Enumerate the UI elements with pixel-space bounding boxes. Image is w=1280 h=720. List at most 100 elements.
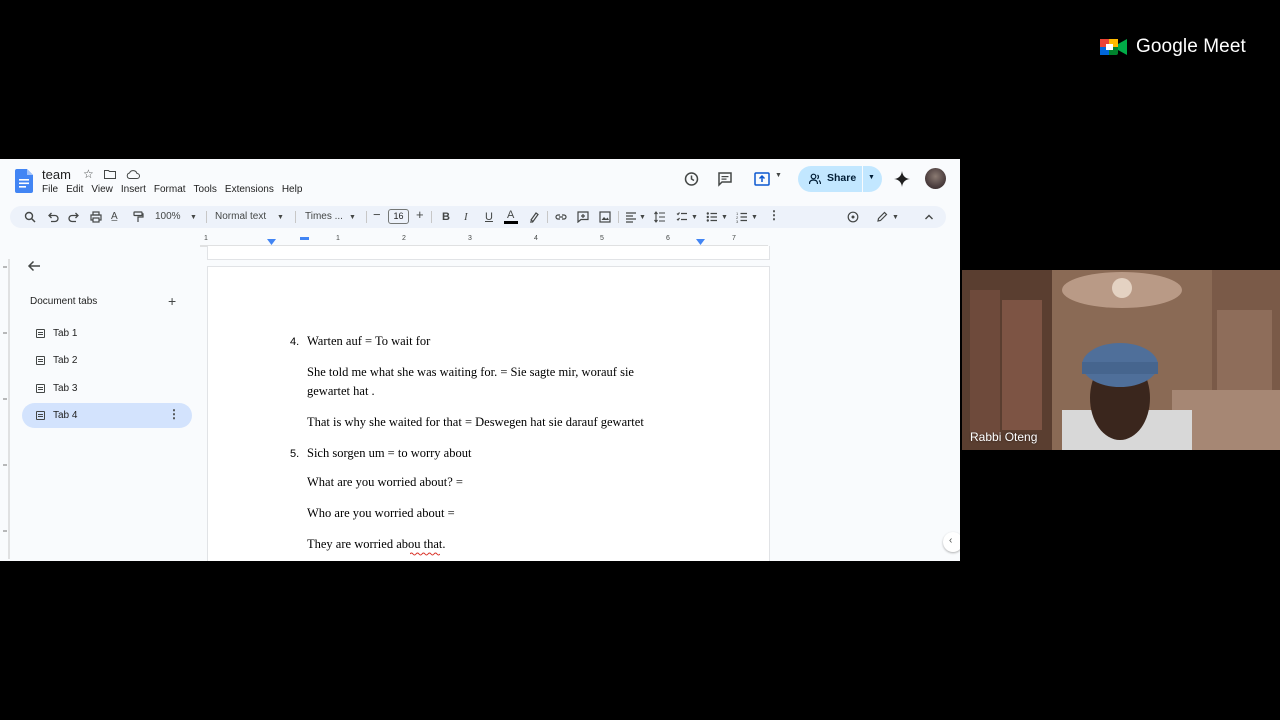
meet-camera-icon <box>1100 39 1127 55</box>
editing-mode-icon[interactable] <box>876 211 888 223</box>
menu-edit[interactable]: Edit <box>66 184 83 195</box>
search-menus-icon[interactable] <box>24 211 36 223</box>
document-tabs-heading: Document tabs <box>30 296 98 307</box>
spelling-error-underline <box>410 552 440 556</box>
back-arrow-icon[interactable] <box>27 260 41 272</box>
share-button[interactable]: Share ▼ <box>798 166 882 192</box>
tab-4[interactable]: Tab 4 ⋮ <box>22 403 192 428</box>
menu-view[interactable]: View <box>91 184 113 195</box>
ruler-label: 1 <box>204 235 208 242</box>
menu-help[interactable]: Help <box>282 184 303 195</box>
font-size-input[interactable]: 16 <box>388 209 409 224</box>
left-indent-marker-icon[interactable] <box>267 239 276 245</box>
comments-icon[interactable] <box>717 171 733 187</box>
star-icon[interactable]: ☆ <box>83 167 94 181</box>
hide-menus-icon[interactable] <box>923 211 935 223</box>
tab-document-icon <box>36 356 45 365</box>
print-icon[interactable] <box>90 211 102 223</box>
menu-insert[interactable]: Insert <box>121 184 146 195</box>
collapse-panel-button[interactable]: ‹ <box>943 532 960 552</box>
account-avatar[interactable] <box>925 168 946 189</box>
insert-link-icon[interactable] <box>555 211 567 223</box>
increase-font-size-button[interactable]: + <box>416 208 424 222</box>
tab-label: Tab 4 <box>53 410 78 421</box>
body-line: Warten auf = To wait for <box>307 334 431 348</box>
docs-logo-icon[interactable] <box>15 169 33 193</box>
tab-2[interactable]: Tab 2 <box>22 348 192 373</box>
participant-name-label: Rabbi Oteng <box>970 430 1038 444</box>
right-indent-marker-icon[interactable] <box>696 239 705 245</box>
ruler-label: 6 <box>666 235 670 242</box>
checklist-icon[interactable] <box>676 211 688 223</box>
zoom-select[interactable]: 100% <box>155 210 181 224</box>
bold-button[interactable]: B <box>442 210 450 224</box>
decrease-font-size-button[interactable]: − <box>373 208 381 222</box>
undo-icon[interactable] <box>47 211 59 223</box>
more-options-icon[interactable]: ⋮ <box>768 208 780 222</box>
spellcheck-icon[interactable]: A̲ <box>111 210 118 224</box>
italic-button[interactable]: I <box>464 210 468 224</box>
participant-video-frame <box>962 270 1280 450</box>
docs-titlebar: team ☆ File Edit View Insert Format Tool… <box>0 159 960 199</box>
editing-mode-dropdown-icon[interactable]: ▼ <box>892 211 899 225</box>
document-page[interactable]: 4. Warten auf = To wait for She told me … <box>207 266 770 561</box>
first-line-indent-marker[interactable] <box>300 237 309 240</box>
tab-document-icon <box>36 329 45 338</box>
paragraph-style-select[interactable]: Normal text <box>215 210 266 224</box>
ruler-label: 4 <box>534 235 538 242</box>
cloud-saved-icon[interactable] <box>126 169 140 179</box>
font-dropdown-icon[interactable]: ▼ <box>349 211 356 225</box>
tab-document-icon <box>36 411 45 420</box>
move-folder-icon[interactable] <box>104 169 116 179</box>
checklist-dropdown-icon[interactable]: ▼ <box>691 211 698 225</box>
add-tab-icon[interactable]: + <box>168 293 176 309</box>
menu-file[interactable]: File <box>42 184 58 195</box>
insert-comment-icon[interactable] <box>577 211 589 223</box>
underline-button[interactable]: U <box>485 210 493 224</box>
previous-page <box>207 246 770 260</box>
body-line: Who are you worried about = <box>307 506 455 520</box>
ruler-label: 1 <box>336 235 340 242</box>
tab-1[interactable]: Tab 1 <box>22 321 192 346</box>
numbered-list-dropdown-icon[interactable]: ▼ <box>751 211 758 225</box>
menu-extensions[interactable]: Extensions <box>225 184 274 195</box>
list-number: 4. <box>290 336 300 348</box>
menu-tools[interactable]: Tools <box>194 184 217 195</box>
zoom-dropdown-icon[interactable]: ▼ <box>190 211 197 225</box>
gemini-sparkle-icon[interactable] <box>894 171 910 187</box>
text-color-button[interactable]: A <box>504 209 518 225</box>
present-meet-icon[interactable] <box>754 172 770 186</box>
ruler-label: 7 <box>732 235 736 242</box>
line-spacing-icon[interactable] <box>654 211 666 223</box>
tab-3[interactable]: Tab 3 <box>22 376 192 401</box>
menu-format[interactable]: Format <box>154 184 186 195</box>
body-line: gewartet hat . <box>307 384 375 398</box>
bulleted-list-dropdown-icon[interactable]: ▼ <box>721 211 728 225</box>
numbered-list-icon[interactable]: 123 <box>736 211 748 223</box>
style-dropdown-icon[interactable]: ▼ <box>277 211 284 225</box>
align-dropdown-icon[interactable]: ▼ <box>639 211 646 225</box>
ruler-label: 5 <box>600 235 604 242</box>
menu-bar: File Edit View Insert Format Tools Exten… <box>42 184 302 195</box>
tab-label: Tab 2 <box>53 355 78 366</box>
participant-video-tile[interactable] <box>962 270 1280 450</box>
font-family-select[interactable]: Times ... <box>305 210 343 224</box>
ruler-label: 2 <box>402 235 406 242</box>
align-icon[interactable] <box>625 211 637 223</box>
redo-icon[interactable] <box>68 211 80 223</box>
document-tabs-sidebar: Document tabs + Tab 1 Tab 2 Tab 3 Tab 4 … <box>0 250 205 561</box>
highlight-color-icon[interactable] <box>528 211 540 223</box>
version-history-icon[interactable] <box>683 171 699 187</box>
bulleted-list-icon[interactable] <box>706 211 718 223</box>
share-dropdown-icon[interactable]: ▼ <box>868 174 875 181</box>
paint-format-icon[interactable] <box>132 211 144 223</box>
tab-label: Tab 1 <box>53 328 78 339</box>
body-line: What are you worried about? = <box>307 475 463 489</box>
present-dropdown-icon[interactable]: ▼ <box>775 172 782 179</box>
insert-image-icon[interactable] <box>599 211 611 223</box>
horizontal-ruler[interactable]: 1 1 2 3 4 5 6 7 <box>200 235 768 247</box>
editing-history-icon[interactable] <box>847 211 859 223</box>
tab-label: Tab 3 <box>53 383 78 394</box>
tab-options-icon[interactable]: ⋮ <box>168 407 180 421</box>
document-title[interactable]: team <box>42 167 71 182</box>
